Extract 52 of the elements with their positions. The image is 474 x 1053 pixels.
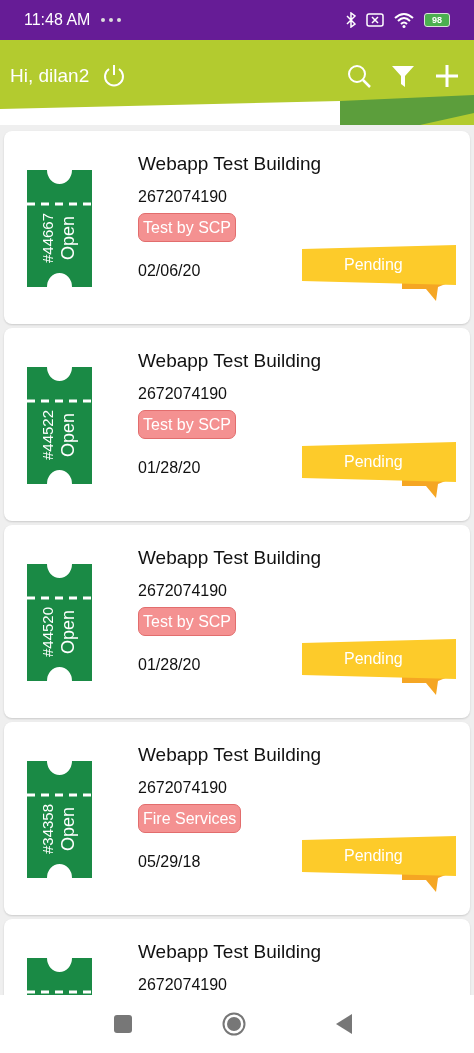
ticket-icon [27,761,92,878]
ticket-number: #44520 [39,606,58,657]
recents-icon[interactable] [114,1015,132,1033]
phone-number: 2672074190 [138,581,227,601]
bluetooth-icon [346,12,356,28]
status-label: Pending [344,255,403,275]
filter-icon[interactable] [390,63,416,89]
ticket-card[interactable]: #34358 Open Webapp Test Building 2672074190 Fire Services 05/29/18 Pending [4,722,470,915]
add-icon[interactable] [434,63,460,89]
ticket-date: 05/29/18 [138,852,201,872]
category-tag: Fire Services [138,804,242,833]
home-icon[interactable] [222,1012,246,1036]
search-icon[interactable] [346,63,372,89]
ticket-state: Open [57,412,80,457]
phone-number: 2672074190 [138,384,227,404]
ticket-date: 02/06/20 [138,261,201,281]
ticket-card[interactable]: #44522 Open Webapp Test Building 2672074190 Test by SCP 01/28/20 Pending [4,328,470,521]
status-label: Pending [344,846,403,866]
greeting-text: Hi, dilan2 [10,64,90,88]
more-icon [100,17,123,23]
ticket-state: Open [57,806,80,851]
building-name: Webapp Test Building [138,546,322,570]
ticket-icon [27,170,92,287]
ticket-date: 01/28/20 [138,655,201,675]
phone-number: 2672074190 [138,975,227,995]
ticket-icon [27,367,92,484]
phone-number: 2672074190 [138,187,227,207]
back-icon[interactable] [336,1014,352,1034]
battery-level: 98 [424,13,450,27]
building-name: Webapp Test Building [138,152,322,176]
ticket-number: #34358 [39,803,58,854]
ticket-number: #44667 [39,212,58,263]
category-tag: Test by SCP [138,607,237,636]
status-label: Pending [344,452,403,472]
ticket-icon [27,564,92,681]
ticket-card[interactable]: #44520 Open Webapp Test Building 2672074190 Test by SCP 01/28/20 Pending [4,525,470,718]
ticket-state: Open [57,609,80,654]
phone-number: 2672074190 [138,778,227,798]
ticket-state: Open [57,215,80,260]
ticket-date: 01/28/20 [138,458,201,478]
status-label: Pending [344,649,403,669]
building-name: Webapp Test Building [138,940,322,964]
ticket-card[interactable]: #44667 Open Webapp Test Building 2672074190 Test by SCP 02/06/20 Pending [4,131,470,324]
building-name: Webapp Test Building [138,349,322,373]
sim-icon [366,13,384,27]
category-tag: Test by SCP [138,213,237,242]
wifi-icon [394,12,414,28]
building-name: Webapp Test Building [138,743,322,767]
ticket-card[interactable]: Webapp Test Building 2672074190 [4,919,470,995]
status-time: 11:48 AM [24,11,91,29]
category-tag: Test by SCP [138,410,237,439]
ticket-number: #44522 [39,409,58,460]
